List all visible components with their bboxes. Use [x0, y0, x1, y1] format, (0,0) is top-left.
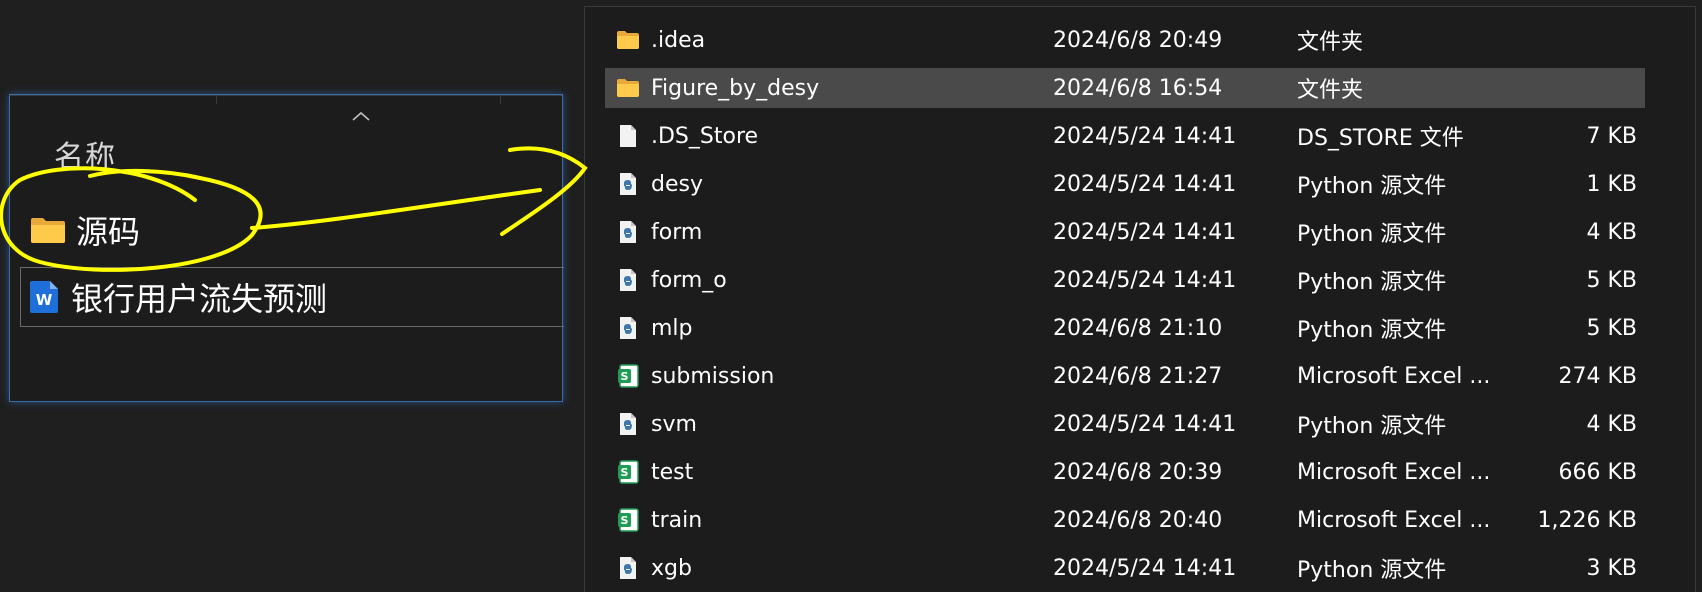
excel-file-icon: S — [615, 363, 641, 389]
file-row[interactable]: xgb 2024/5/24 14:41 Python 源文件 3 KB — [605, 548, 1645, 588]
file-type: Python 源文件 — [1297, 174, 1447, 199]
file-type: Python 源文件 — [1297, 414, 1447, 439]
column-header-bar[interactable]: 名称 — [10, 95, 562, 175]
file-type: Python 源文件 — [1297, 318, 1447, 343]
file-type: Python 源文件 — [1297, 558, 1447, 583]
right-explorer-pane: .idea 2024/6/8 20:49 文件夹 Figure_by_desy 2024… — [584, 6, 1696, 592]
file-type: Microsoft Excel ... — [1297, 363, 1491, 389]
file-size: 3 KB — [1586, 555, 1637, 581]
file-name: .idea — [651, 27, 706, 53]
screenshot-stage: 名称 源码 W 银行用户流失预测 .idea 2024/6/8 20:49 文件夹 F… — [0, 0, 1702, 592]
python-file-icon — [615, 315, 641, 341]
file-row[interactable]: Stest 2024/6/8 20:39 Microsoft Excel ... 66… — [605, 452, 1645, 492]
file-name: train — [651, 507, 703, 533]
file-size: 666 KB — [1558, 459, 1637, 485]
word-doc-icon: W — [30, 281, 58, 313]
file-date-modified: 2024/6/8 20:39 — [1053, 459, 1223, 485]
file-name: mlp — [651, 315, 693, 341]
file-size: 1,226 KB — [1537, 507, 1638, 533]
file-row[interactable]: Ssubmission 2024/6/8 21:27 Microsoft Excel… — [605, 356, 1645, 396]
python-file-icon — [615, 219, 641, 245]
file-date-modified: 2024/6/8 20:49 — [1053, 27, 1223, 53]
file-name: test — [651, 459, 694, 485]
file-row[interactable]: svm 2024/5/24 14:41 Python 源文件 4 KB — [605, 404, 1645, 444]
python-file-icon — [615, 171, 641, 197]
file-date-modified: 2024/6/8 21:27 — [1053, 363, 1223, 389]
file-row[interactable]: Figure_by_desy 2024/6/8 16:54 文件夹 — [605, 68, 1645, 108]
file-name: Figure_by_desy — [651, 75, 820, 101]
file-date-modified: 2024/5/24 14:41 — [1053, 123, 1237, 149]
folder-icon — [615, 27, 641, 53]
blank-file-icon — [615, 123, 641, 149]
svg-text:W: W — [36, 291, 53, 309]
file-size: 5 KB — [1586, 267, 1637, 293]
file-size: 274 KB — [1558, 363, 1637, 389]
file-item-document[interactable]: W 银行用户流失预测 — [20, 267, 564, 327]
file-item-label: 银行用户流失预测 — [71, 280, 328, 318]
file-row[interactable]: Strain 2024/6/8 20:40 Microsoft Excel ... 1… — [605, 500, 1645, 540]
file-size: 4 KB — [1586, 219, 1637, 245]
file-date-modified: 2024/5/24 14:41 — [1053, 219, 1237, 245]
file-row[interactable]: form 2024/5/24 14:41 Python 源文件 4 KB — [605, 212, 1645, 252]
file-type: Python 源文件 — [1297, 222, 1447, 247]
python-file-icon — [615, 411, 641, 437]
file-type: Python 源文件 — [1297, 270, 1447, 295]
file-type: 文件夹 — [1297, 30, 1364, 55]
file-date-modified: 2024/6/8 20:40 — [1053, 507, 1223, 533]
file-date-modified: 2024/5/24 14:41 — [1053, 171, 1237, 197]
file-size: 7 KB — [1586, 123, 1637, 149]
file-size: 5 KB — [1586, 315, 1637, 341]
folder-icon — [615, 75, 641, 101]
sort-ascending-icon — [352, 111, 370, 121]
left-explorer-pane: 名称 源码 W 银行用户流失预测 — [9, 94, 564, 402]
file-name: form — [651, 219, 703, 245]
file-row[interactable]: .DS_Store 2024/5/24 14:41 DS_STORE 文件 7 KB — [605, 116, 1645, 156]
excel-file-icon: S — [615, 507, 641, 533]
file-date-modified: 2024/5/24 14:41 — [1053, 267, 1237, 293]
column-separator — [216, 96, 217, 104]
python-file-icon — [615, 555, 641, 581]
file-name: svm — [651, 411, 697, 437]
file-size: 4 KB — [1586, 411, 1637, 437]
svg-text:S: S — [621, 370, 629, 383]
file-row[interactable]: mlp 2024/6/8 21:10 Python 源文件 5 KB — [605, 308, 1645, 348]
excel-file-icon: S — [615, 459, 641, 485]
file-date-modified: 2024/5/24 14:41 — [1053, 411, 1237, 437]
folder-icon — [31, 218, 65, 243]
file-date-modified: 2024/5/24 14:41 — [1053, 555, 1237, 581]
file-type: 文件夹 — [1297, 78, 1364, 103]
file-name: .DS_Store — [651, 123, 759, 149]
svg-text:S: S — [621, 514, 629, 527]
file-date-modified: 2024/6/8 16:54 — [1053, 75, 1223, 101]
column-separator — [500, 96, 501, 104]
python-file-icon — [615, 267, 641, 293]
file-type: Microsoft Excel ... — [1297, 459, 1491, 485]
file-type: Microsoft Excel ... — [1297, 507, 1491, 533]
folder-item-source[interactable]: 源码 — [10, 201, 562, 259]
file-row[interactable]: form_o 2024/5/24 14:41 Python 源文件 5 KB — [605, 260, 1645, 300]
file-date-modified: 2024/6/8 21:10 — [1053, 315, 1223, 341]
file-name: xgb — [651, 555, 692, 581]
file-name: form_o — [651, 267, 727, 293]
file-name: submission — [651, 363, 775, 389]
file-row[interactable]: desy 2024/5/24 14:41 Python 源文件 1 KB — [605, 164, 1645, 204]
folder-item-label: 源码 — [76, 213, 141, 251]
file-name: desy — [651, 171, 703, 197]
svg-text:S: S — [621, 466, 629, 479]
file-size: 1 KB — [1586, 171, 1637, 197]
name-column-header[interactable]: 名称 — [54, 132, 116, 176]
file-row[interactable]: .idea 2024/6/8 20:49 文件夹 — [605, 20, 1645, 60]
file-type: DS_STORE 文件 — [1297, 126, 1464, 151]
scrollbar-track[interactable] — [1659, 7, 1677, 592]
